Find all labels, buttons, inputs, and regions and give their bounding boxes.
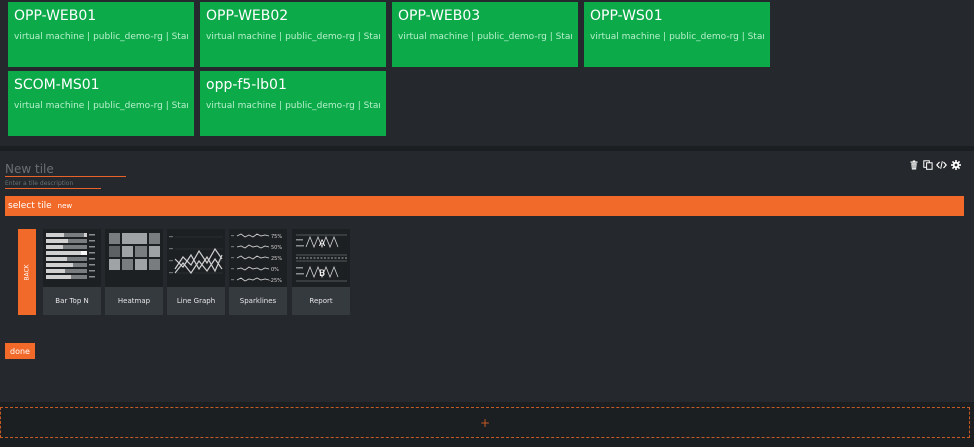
vm-tile-opp-web03[interactable]: OPP-WEB03 virtual machine | public_demo-… — [392, 2, 578, 67]
tile-title-input[interactable] — [5, 161, 126, 177]
select-tile-label: select tile — [8, 201, 52, 211]
sparkline-value: -25% — [269, 278, 282, 284]
tile-toolbar — [908, 159, 961, 170]
gear-icon[interactable] — [950, 159, 961, 170]
back-button-label: BACK — [23, 263, 31, 281]
tile-type-sparklines[interactable]: 75% 50% 25% 0% -25% Sparklines — [229, 229, 287, 315]
vm-tile-subtitle: virtual machine | public_demo-rg | Stan.… — [206, 32, 380, 42]
vm-tile-name: OPP-WEB02 — [206, 8, 289, 24]
vm-tile-subtitle: virtual machine | public_demo-rg | Stan.… — [206, 101, 380, 111]
report-letter-a: A — [319, 239, 326, 249]
line-graph-thumbnail — [167, 229, 225, 287]
tile-type-heatmap[interactable]: Heatmap — [105, 229, 163, 315]
vm-tile-subtitle: virtual machine | public_demo-rg | Stan.… — [398, 32, 572, 42]
tile-type-label: Sparklines — [229, 287, 287, 315]
plus-icon: + — [479, 415, 491, 430]
tile-type-bar-top-n[interactable]: Bar Top N — [43, 229, 101, 315]
vm-tile-subtitle: virtual machine | public_demo-rg | Stan.… — [590, 32, 764, 42]
tile-description-input[interactable] — [5, 179, 101, 189]
report-thumbnail: A B — [292, 229, 350, 287]
tile-type-line-graph[interactable]: Line Graph — [167, 229, 225, 315]
sparklines-thumbnail: 75% 50% 25% 0% -25% — [229, 229, 287, 287]
tile-type-report[interactable]: A B Report — [292, 229, 350, 315]
sparkline-value: 75% — [271, 234, 282, 240]
sparkline-value: 25% — [271, 256, 282, 262]
copy-icon[interactable] — [922, 159, 933, 170]
add-row-button[interactable]: + — [0, 407, 970, 438]
vm-tile-name: OPP-WEB03 — [398, 8, 481, 24]
vm-tile-name: OPP-WS01 — [590, 8, 663, 24]
vm-tile-opp-ws01[interactable]: OPP-WS01 virtual machine | public_demo-r… — [584, 2, 770, 67]
tile-editor-panel: select tile new BACK Bar Top N — [0, 151, 974, 402]
report-letter-b: B — [319, 269, 325, 279]
tile-type-label: Heatmap — [105, 287, 163, 315]
done-button[interactable]: done — [5, 343, 35, 359]
vm-tile-name: opp-f5-lb01 — [206, 77, 287, 93]
trash-icon[interactable] — [908, 159, 919, 170]
vm-tile-name: OPP-WEB01 — [14, 8, 97, 24]
vm-tile-opp-f5-lb01[interactable]: opp-f5-lb01 virtual machine | public_dem… — [200, 71, 386, 136]
vm-tile-subtitle: virtual machine | public_demo-rg | Stan.… — [14, 101, 188, 111]
code-icon[interactable] — [936, 159, 947, 170]
tile-type-label: Line Graph — [167, 287, 225, 315]
heatmap-thumbnail — [105, 229, 163, 287]
back-button[interactable]: BACK — [18, 229, 36, 315]
vm-tile-name: SCOM-MS01 — [14, 77, 100, 93]
select-tile-value: new — [57, 202, 73, 210]
vm-tile-scom-ms01[interactable]: SCOM-MS01 virtual machine | public_demo-… — [8, 71, 194, 136]
sparkline-value: 50% — [271, 245, 282, 251]
bar-top-n-thumbnail — [43, 229, 101, 287]
vm-tiles-section: OPP-WEB01 virtual machine | public_demo-… — [0, 0, 974, 146]
vm-tile-subtitle: virtual machine | public_demo-rg | Stan.… — [14, 32, 188, 42]
sparkline-value: 0% — [271, 267, 279, 273]
vm-tile-opp-web01[interactable]: OPP-WEB01 virtual machine | public_demo-… — [8, 2, 194, 67]
select-tile-dropdown[interactable]: select tile new — [5, 196, 964, 216]
tile-type-label: Report — [292, 287, 350, 315]
vm-tile-opp-web02[interactable]: OPP-WEB02 virtual machine | public_demo-… — [200, 2, 386, 67]
tile-type-label: Bar Top N — [43, 287, 101, 315]
